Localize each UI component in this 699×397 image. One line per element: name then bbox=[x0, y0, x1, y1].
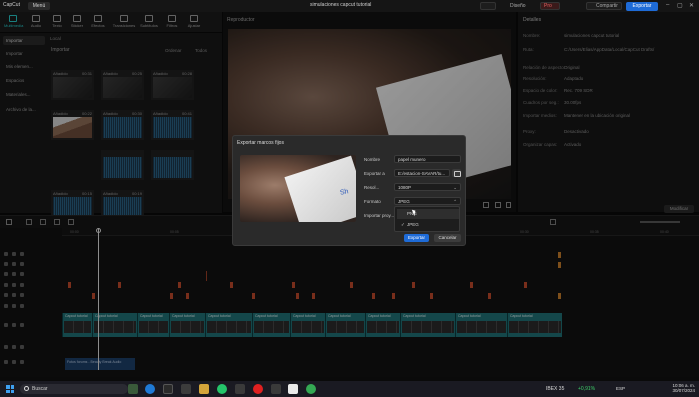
edge-icon[interactable] bbox=[145, 384, 155, 394]
folder-icon[interactable] bbox=[452, 169, 461, 177]
frame-preview: Sh bbox=[240, 155, 356, 222]
ibex-label: IBEX 35 bbox=[546, 386, 565, 392]
layout-label: Diseño bbox=[510, 3, 526, 9]
name-label: Nombre bbox=[364, 157, 381, 162]
youtube-icon[interactable] bbox=[253, 384, 263, 394]
resolution-label: Resol... bbox=[364, 185, 380, 190]
import-project-label: Importar proy... bbox=[364, 213, 395, 218]
pro-label: Pro bbox=[544, 3, 552, 9]
chevron-down-icon: ⌄ bbox=[453, 185, 457, 190]
name-input-value: papel munero bbox=[398, 157, 426, 162]
windows-start-icon[interactable] bbox=[6, 385, 14, 393]
chrome-icon[interactable] bbox=[306, 384, 316, 394]
app-name: CapCut bbox=[3, 2, 20, 8]
title-bar: CapCut Menú simulaciones capcut tutorial… bbox=[0, 0, 699, 12]
widgets-icon[interactable] bbox=[128, 384, 138, 394]
export-path-value: E:/estacion-SAVAR/tu... bbox=[398, 171, 446, 176]
clock-date: 30/07/2024 bbox=[672, 388, 695, 393]
search-placeholder: Buscar bbox=[32, 386, 48, 392]
chevron-up-icon: ⌃ bbox=[453, 199, 457, 204]
dialog-title: Exportar marcos fijos bbox=[237, 140, 284, 146]
name-input[interactable]: papel munero bbox=[394, 155, 461, 163]
layout-icon[interactable] bbox=[480, 2, 496, 10]
language-indicator[interactable]: ESP bbox=[616, 386, 625, 391]
export-path-input[interactable]: E:/estacion-SAVAR/tu... bbox=[394, 169, 450, 177]
search-icon bbox=[24, 386, 29, 391]
format-label: Formato bbox=[364, 199, 381, 204]
menu-button[interactable]: Menú bbox=[28, 2, 50, 10]
cancel-button[interactable]: Cancelar bbox=[434, 234, 461, 242]
format-option-png[interactable]: PNG bbox=[397, 209, 459, 219]
format-select[interactable]: JPEG ⌃ bbox=[394, 197, 461, 205]
taskbar: Buscar IBEX 35 +0,91% ESP 10:06 a. m. 30… bbox=[0, 381, 699, 397]
whatsapp-icon[interactable] bbox=[217, 384, 227, 394]
close-icon[interactable]: ✕ bbox=[689, 2, 694, 9]
share-label: Compartir bbox=[596, 3, 618, 9]
mail-icon[interactable] bbox=[181, 384, 191, 394]
ibex-value: +0,91% bbox=[578, 386, 596, 392]
explorer-icon[interactable] bbox=[199, 384, 209, 394]
store-icon[interactable] bbox=[163, 384, 173, 394]
maximize-icon[interactable]: ▢ bbox=[677, 2, 683, 9]
format-value: JPEG bbox=[398, 199, 410, 204]
system-clock[interactable]: 10:06 a. m. 30/07/2024 bbox=[655, 383, 695, 393]
checkmark-icon: ✓ bbox=[401, 222, 405, 227]
capcut-icon[interactable] bbox=[288, 384, 298, 394]
ink-mark: Sh bbox=[339, 188, 350, 197]
taskbar-search[interactable]: Buscar bbox=[20, 384, 128, 394]
export-button[interactable]: Exportar bbox=[404, 234, 429, 242]
export-to-label: Exportar a bbox=[364, 171, 385, 176]
resolution-value: 1080P bbox=[398, 185, 412, 190]
format-dropdown: PNG ✓ JPEG bbox=[394, 206, 460, 232]
project-title: simulaciones capcut tutorial bbox=[310, 2, 372, 8]
resolution-select[interactable]: 1080P ⌄ bbox=[394, 183, 461, 191]
format-option-jpeg[interactable]: ✓ JPEG bbox=[397, 220, 459, 230]
spotify-icon[interactable] bbox=[271, 384, 281, 394]
app-icon[interactable] bbox=[235, 384, 245, 394]
minimize-icon[interactable]: – bbox=[666, 2, 669, 8]
export-button[interactable]: Exportar bbox=[626, 2, 658, 11]
option-label: JPEG bbox=[407, 222, 419, 227]
